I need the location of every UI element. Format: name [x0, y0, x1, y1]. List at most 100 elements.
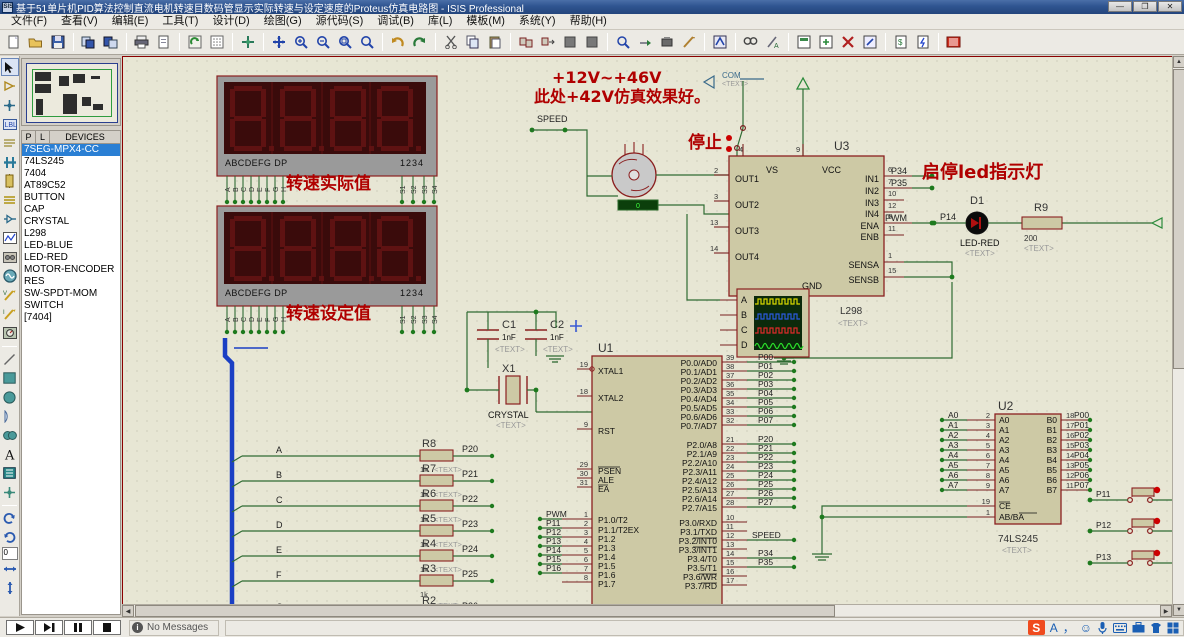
- vertical-scrollbar[interactable]: ▲ ▼: [1172, 56, 1184, 616]
- pan-icon[interactable]: [268, 32, 289, 53]
- minimize-button[interactable]: —: [1108, 1, 1132, 12]
- device-item-led-red[interactable]: LED-RED: [22, 252, 120, 264]
- netlist-to-ares-icon[interactable]: [943, 32, 964, 53]
- path-tool-icon[interactable]: [1, 426, 19, 444]
- device-item-led-blue[interactable]: LED-BLUE: [22, 240, 120, 252]
- block-move-icon[interactable]: [537, 32, 558, 53]
- current-probe-mode-icon[interactable]: I: [1, 305, 19, 323]
- menu-view[interactable]: 查看(V): [54, 14, 105, 29]
- message-area[interactable]: i No Messages: [129, 619, 219, 636]
- device-item-switch[interactable]: SWITCH: [22, 300, 120, 312]
- devices-list[interactable]: 7SEG-MPX4-CC 74LS245 7404 AT89C52 BUTTON…: [21, 143, 121, 615]
- arc-tool-icon[interactable]: [1, 407, 19, 425]
- menu-help[interactable]: 帮助(H): [563, 14, 614, 29]
- bill-of-materials-icon[interactable]: $: [890, 32, 911, 53]
- open-folder-icon[interactable]: [25, 32, 46, 53]
- print-area-icon[interactable]: [153, 32, 174, 53]
- copy-icon[interactable]: [462, 32, 483, 53]
- horizontal-scrollbar[interactable]: ◀ ▶: [122, 604, 1172, 617]
- pause-button[interactable]: [64, 620, 92, 635]
- device-pins-mode-icon[interactable]: [1, 210, 19, 228]
- menu-source[interactable]: 源代码(S): [309, 14, 371, 29]
- text-script-mode-icon[interactable]: [1, 134, 19, 152]
- paste-icon[interactable]: [484, 32, 505, 53]
- graph-mode-icon[interactable]: [1, 229, 19, 247]
- device-item-crystal[interactable]: CRYSTAL: [22, 216, 120, 228]
- device-item-sw-spdt-mom[interactable]: SW-SPDT-MOM: [22, 288, 120, 300]
- packaging-tool-icon[interactable]: [656, 32, 677, 53]
- new-sheet-icon[interactable]: [815, 32, 836, 53]
- scroll-down-arrow[interactable]: ▼: [1173, 604, 1184, 616]
- scroll-right-arrow[interactable]: ▶: [1160, 605, 1172, 617]
- subcircuit-mode-icon[interactable]: [1, 172, 19, 190]
- device-item-7404[interactable]: 7404: [22, 168, 120, 180]
- toolbox-icon[interactable]: [1132, 622, 1145, 633]
- property-search-icon[interactable]: [740, 32, 761, 53]
- soft-keyboard-icon[interactable]: [1113, 622, 1127, 633]
- new-file-icon[interactable]: [3, 32, 24, 53]
- rotate-anticlockwise-icon[interactable]: [1, 528, 19, 546]
- zoom-out-icon[interactable]: [312, 32, 333, 53]
- devices-col-p[interactable]: P: [22, 131, 36, 143]
- voltage-probe-mode-icon[interactable]: V: [1, 286, 19, 304]
- terminals-mode-icon[interactable]: [1, 191, 19, 209]
- device-item-l298[interactable]: L298: [22, 228, 120, 240]
- step-button[interactable]: [35, 620, 63, 635]
- mirror-horizontal-icon[interactable]: [1, 560, 19, 578]
- emoji-icon[interactable]: ☺: [1080, 621, 1092, 635]
- component-mode-icon[interactable]: [1, 77, 19, 95]
- play-button[interactable]: [6, 620, 34, 635]
- generator-mode-icon[interactable]: [1, 267, 19, 285]
- design-explorer-icon[interactable]: [793, 32, 814, 53]
- vertical-scroll-thumb[interactable]: [1173, 69, 1184, 369]
- close-button[interactable]: ✕: [1158, 1, 1182, 12]
- symbol-tool-icon[interactable]: [1, 464, 19, 482]
- exit-sheet-icon[interactable]: [859, 32, 880, 53]
- menu-graph[interactable]: 绘图(G): [257, 14, 309, 29]
- remove-sheet-icon[interactable]: [837, 32, 858, 53]
- pick-device-icon[interactable]: [612, 32, 633, 53]
- punctuation-icon[interactable]: ，: [1063, 619, 1075, 636]
- selection-mode-icon[interactable]: [0, 58, 19, 76]
- device-item-7seg[interactable]: 7SEG-MPX4-CC: [22, 144, 120, 156]
- menu-design[interactable]: 设计(D): [205, 14, 256, 29]
- electrical-rule-check-icon[interactable]: [912, 32, 933, 53]
- menu-system[interactable]: 系统(Y): [512, 14, 563, 29]
- rotate-clockwise-icon[interactable]: [1, 509, 19, 527]
- origin-icon[interactable]: [237, 32, 258, 53]
- virtual-instruments-mode-icon[interactable]: [1, 324, 19, 342]
- wire-label-mode-icon[interactable]: LBL: [1, 115, 19, 133]
- undo-icon[interactable]: [387, 32, 408, 53]
- menu-template[interactable]: 模板(M): [459, 14, 512, 29]
- input-mode-icon[interactable]: A: [1050, 621, 1058, 635]
- make-device-icon[interactable]: [634, 32, 655, 53]
- redo-icon[interactable]: [409, 32, 430, 53]
- import-section-icon[interactable]: [78, 32, 99, 53]
- marker-tool-icon[interactable]: [1, 483, 19, 501]
- menu-file[interactable]: 文件(F): [4, 14, 54, 29]
- schematic-canvas[interactable]: ABCDEFG DP 1234 A B C D E F G H S1 S2 S3…: [122, 56, 1184, 616]
- grid-icon[interactable]: [206, 32, 227, 53]
- export-section-icon[interactable]: [100, 32, 121, 53]
- maximize-button[interactable]: ❐: [1133, 1, 1157, 12]
- cut-icon[interactable]: [440, 32, 461, 53]
- refresh-icon[interactable]: [184, 32, 205, 53]
- line-tool-icon[interactable]: [1, 350, 19, 368]
- device-item-cap[interactable]: CAP: [22, 204, 120, 216]
- tape-recorder-mode-icon[interactable]: [1, 248, 19, 266]
- horizontal-scroll-thumb[interactable]: [135, 605, 835, 617]
- device-item-res[interactable]: RES: [22, 276, 120, 288]
- circle-tool-icon[interactable]: [1, 388, 19, 406]
- sogou-logo-icon[interactable]: S: [1027, 620, 1045, 635]
- mirror-vertical-icon[interactable]: [1, 579, 19, 597]
- menu-edit[interactable]: 编辑(E): [105, 14, 156, 29]
- device-item-at89c52[interactable]: AT89C52: [22, 180, 120, 192]
- junction-dot-mode-icon[interactable]: [1, 96, 19, 114]
- wire-label-icon[interactable]: [709, 32, 730, 53]
- box-tool-icon[interactable]: [1, 369, 19, 387]
- menu-icon[interactable]: [1167, 622, 1179, 634]
- device-item-74ls245[interactable]: 74LS245: [22, 156, 120, 168]
- devices-col-l[interactable]: L: [36, 131, 50, 143]
- devices-col-devices[interactable]: DEVICES: [50, 131, 120, 143]
- device-item-7404-bracket[interactable]: [7404]: [22, 312, 120, 324]
